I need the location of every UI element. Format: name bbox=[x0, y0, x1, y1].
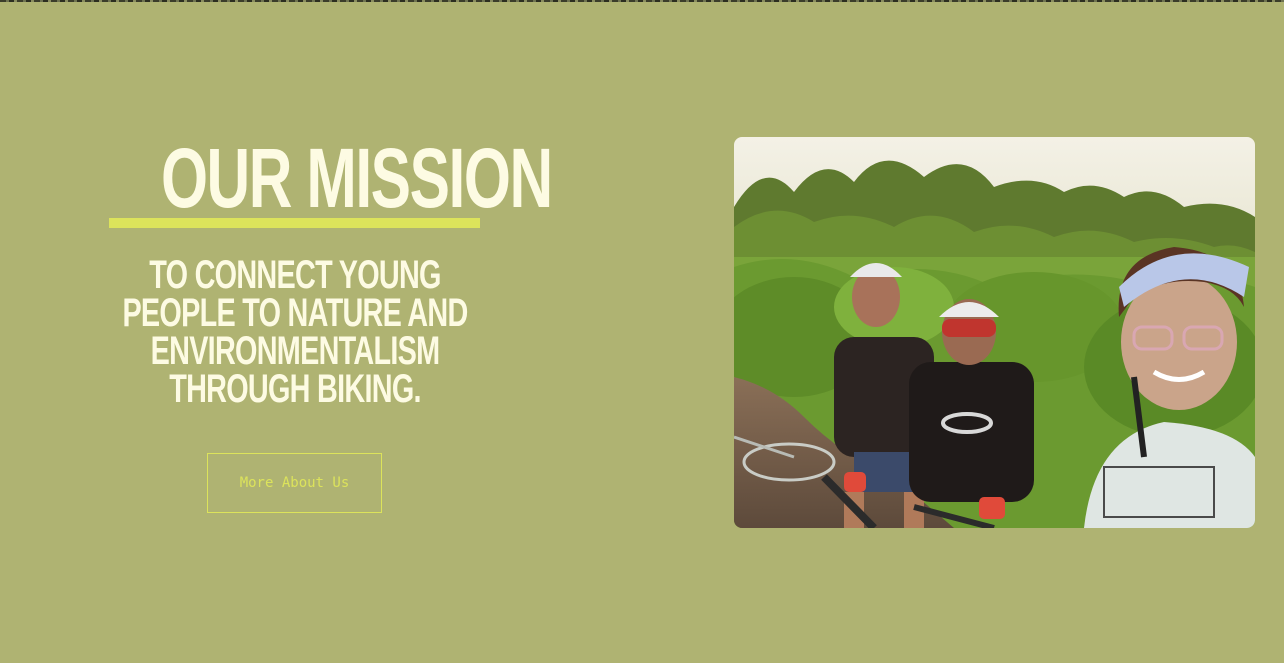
heading-underline bbox=[109, 218, 480, 228]
mission-heading: OUR MISSION bbox=[160, 131, 553, 225]
mission-statement: TO CONNECT YOUNG PEOPLE TO NATURE AND EN… bbox=[122, 253, 468, 411]
more-about-us-button[interactable]: More About Us bbox=[207, 453, 382, 513]
bikers-photo-illustration bbox=[734, 137, 1255, 528]
top-image-edge bbox=[0, 0, 1284, 2]
mission-photo bbox=[734, 137, 1255, 528]
